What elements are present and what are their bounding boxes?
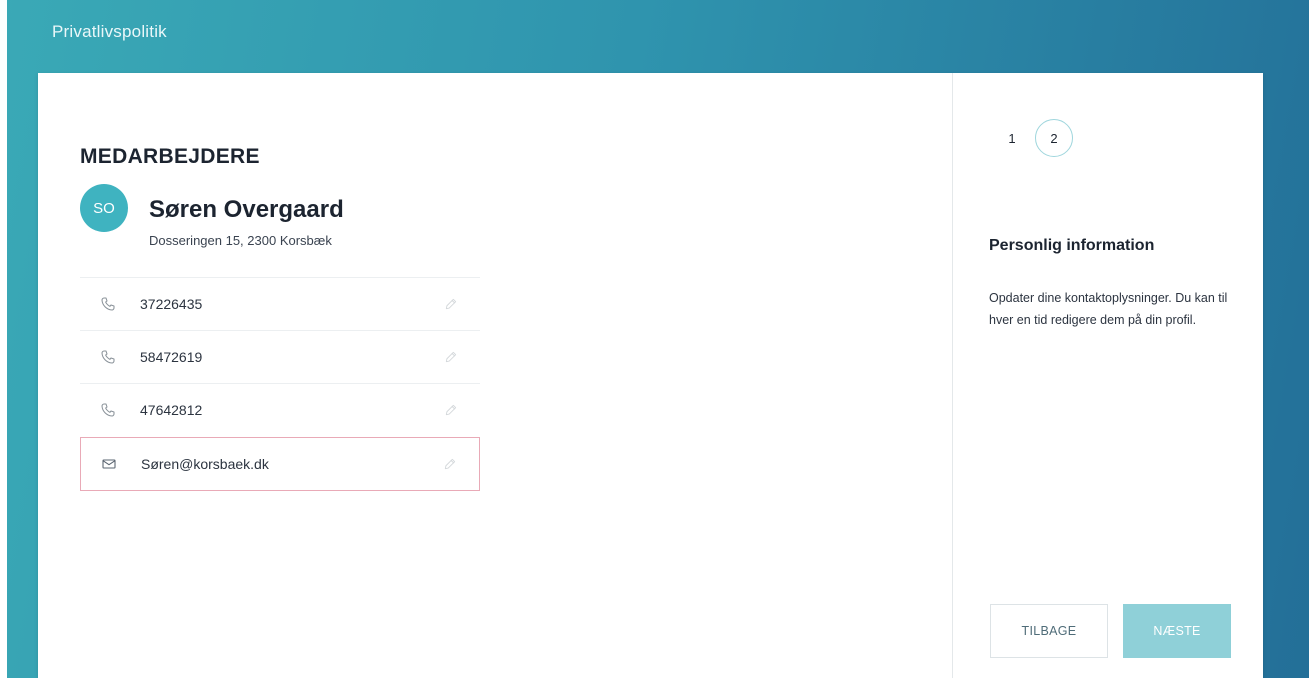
avatar: SO xyxy=(80,184,128,232)
section-heading: MEDARBEJDERE xyxy=(80,145,260,168)
step-1[interactable]: 1 xyxy=(1005,123,1019,153)
edit-icon[interactable] xyxy=(443,457,457,471)
edit-icon[interactable] xyxy=(444,350,458,364)
person-name: Søren Overgaard xyxy=(149,196,344,223)
main-panel: MEDARBEJDERE SO Søren Overgaard Dosserin… xyxy=(38,73,952,678)
contact-row-phone-2[interactable]: 58472619 xyxy=(80,330,480,383)
contact-value: 37226435 xyxy=(140,296,203,312)
contact-row-phone-1[interactable]: 37226435 xyxy=(80,277,480,330)
window-edge xyxy=(0,0,7,678)
app-background: Privatlivspolitik MEDARBEJDERE SO Søren … xyxy=(0,0,1309,678)
content-card: MEDARBEJDERE SO Søren Overgaard Dosserin… xyxy=(38,73,1263,678)
edit-icon[interactable] xyxy=(444,403,458,417)
step-2-current[interactable]: 2 xyxy=(1035,119,1073,157)
stepper: 1 2 xyxy=(1005,119,1073,157)
contact-value: 58472619 xyxy=(140,349,203,365)
contact-row-phone-3[interactable]: 47642812 xyxy=(80,383,480,436)
side-panel: 1 2 Personlig information Opdater dine k… xyxy=(952,73,1263,678)
contact-list: 37226435 58472619 47642812 Søren@korsbae… xyxy=(80,277,480,491)
mail-icon xyxy=(99,454,119,474)
edit-icon[interactable] xyxy=(444,297,458,311)
contact-row-email[interactable]: Søren@korsbaek.dk xyxy=(80,437,480,491)
contact-value: 47642812 xyxy=(140,402,203,418)
next-button[interactable]: NÆSTE xyxy=(1123,604,1231,658)
app-title: Privatlivspolitik xyxy=(52,22,167,41)
side-description: Opdater dine kontaktoplysninger. Du kan … xyxy=(989,291,1228,327)
side-title: Personlig information xyxy=(989,237,1155,254)
phone-icon xyxy=(98,347,118,367)
avatar-initials: SO xyxy=(93,199,115,217)
person-address: Dosseringen 15, 2300 Korsbæk xyxy=(149,233,332,248)
phone-icon xyxy=(98,294,118,314)
phone-icon xyxy=(98,400,118,420)
contact-value: Søren@korsbaek.dk xyxy=(141,456,269,472)
back-button[interactable]: TILBAGE xyxy=(990,604,1108,658)
